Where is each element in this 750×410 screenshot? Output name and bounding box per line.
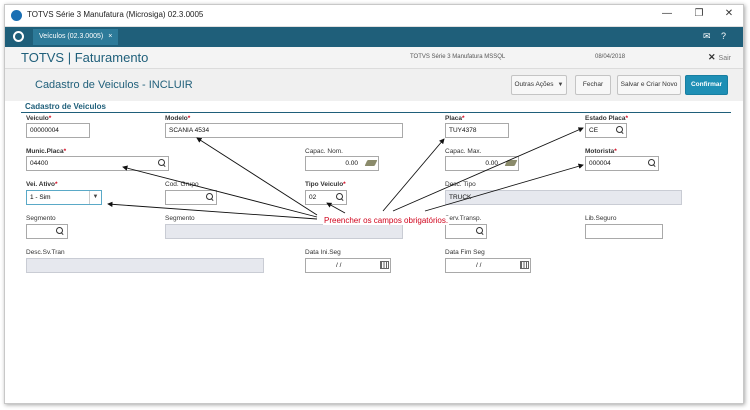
arrow-to-placa	[382, 138, 445, 212]
arrow-to-munic-placa	[122, 165, 318, 218]
arrow-to-estado-placa	[392, 127, 584, 212]
arrow-to-modelo	[196, 137, 318, 216]
annotation-text: Preencher os campos obrigatórios.	[323, 216, 450, 225]
arrow-to-vei-ativo	[107, 201, 318, 220]
app-window: TOTVS Série 3 Manufatura (Microsiga) 02.…	[4, 4, 744, 404]
arrow-to-tipo-veiculo	[326, 202, 346, 214]
arrow-to-motorista	[424, 163, 584, 212]
annotation-arrows	[107, 127, 584, 220]
